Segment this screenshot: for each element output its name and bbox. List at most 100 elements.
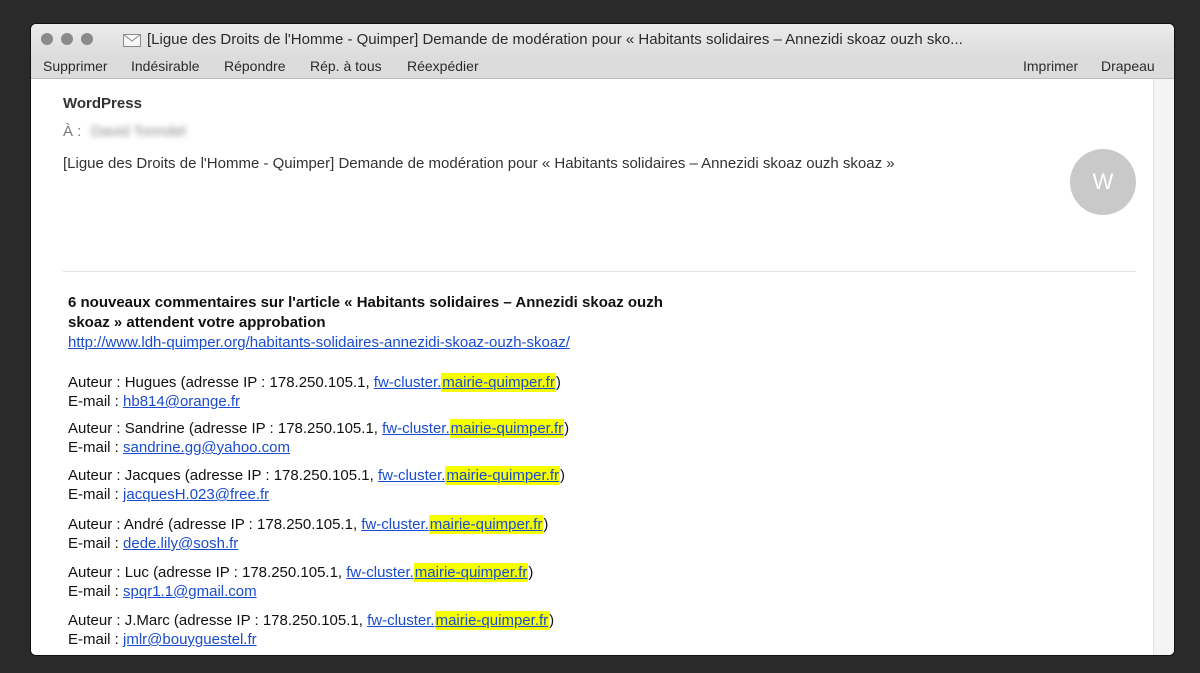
mail-window: [Ligue des Droits de l'Homme - Quimper] … bbox=[31, 24, 1174, 655]
author-line: Auteur : J.Marc (adresse IP : 178.250.10… bbox=[68, 611, 554, 630]
author-label: Auteur : bbox=[68, 612, 121, 629]
ip-address: 178.250.105.1, bbox=[257, 516, 358, 533]
reply-all-button[interactable]: Rép. à tous bbox=[310, 58, 382, 74]
host-prefix: fw-cluster. bbox=[382, 420, 450, 437]
email-link[interactable]: sandrine.gg@yahoo.com bbox=[123, 439, 290, 456]
author-name: Hugues bbox=[124, 374, 177, 391]
email-link[interactable]: spqr1.1@gmail.com bbox=[123, 583, 257, 600]
host-domain-highlight: mairie-quimper.fr bbox=[428, 515, 544, 534]
message-view: WordPress À : David Tonndel [Ligue des D… bbox=[31, 79, 1174, 655]
email-link[interactable]: jacquesH.023@free.fr bbox=[123, 486, 269, 503]
ip-label: (adresse IP : bbox=[188, 420, 274, 437]
scrollbar[interactable] bbox=[1153, 79, 1174, 655]
author-line: Auteur : André (adresse IP : 178.250.105… bbox=[68, 515, 548, 534]
minimize-window-button[interactable] bbox=[61, 33, 73, 45]
email-line: E-mail : spqr1.1@gmail.com bbox=[68, 582, 533, 601]
author-label: Auteur : bbox=[68, 467, 121, 484]
ip-label: (adresse IP : bbox=[173, 612, 259, 629]
author-line: Auteur : Sandrine (adresse IP : 178.250.… bbox=[68, 419, 569, 438]
title-bar[interactable]: [Ligue des Droits de l'Homme - Quimper] … bbox=[31, 24, 1174, 56]
message-title: 6 nouveaux commentaires sur l'article « … bbox=[68, 294, 663, 331]
subject-line: [Ligue des Droits de l'Homme - Quimper] … bbox=[63, 155, 895, 172]
host-domain-highlight: mairie-quimper.fr bbox=[449, 419, 565, 438]
ip-label: (adresse IP : bbox=[168, 516, 253, 533]
author-name: J.Marc bbox=[124, 612, 170, 629]
email-label: E-mail : bbox=[68, 486, 119, 503]
ip-address: 178.250.105.1, bbox=[242, 564, 343, 581]
print-button[interactable]: Imprimer bbox=[1023, 58, 1078, 74]
to-label: À : bbox=[63, 123, 82, 140]
ip-address: 178.250.105.1, bbox=[277, 420, 378, 437]
author-label: Auteur : bbox=[68, 374, 121, 391]
comment-entry: Auteur : Hugues (adresse IP : 178.250.10… bbox=[68, 373, 561, 411]
article-link[interactable]: http://www.ldh-quimper.org/habitants-sol… bbox=[68, 333, 708, 353]
author-label: Auteur : bbox=[68, 564, 121, 581]
closing-paren: ) bbox=[549, 612, 555, 629]
email-link[interactable]: dede.lily@sosh.fr bbox=[123, 535, 238, 552]
author-name: Luc bbox=[124, 564, 149, 581]
email-label: E-mail : bbox=[68, 583, 119, 600]
email-link[interactable]: jmlr@bouyguestel.fr bbox=[123, 631, 257, 648]
email-line: E-mail : dede.lily@sosh.fr bbox=[68, 534, 548, 553]
author-line: Auteur : Jacques (adresse IP : 178.250.1… bbox=[68, 466, 565, 485]
forward-button[interactable]: Réexpédier bbox=[407, 58, 479, 74]
email-link[interactable]: hb814@orange.fr bbox=[123, 393, 240, 410]
comment-entry: Auteur : Luc (adresse IP : 178.250.105.1… bbox=[68, 563, 533, 601]
junk-button[interactable]: Indésirable bbox=[131, 58, 200, 74]
ip-address: 178.250.105.1, bbox=[262, 612, 363, 629]
comment-entry: Auteur : Sandrine (adresse IP : 178.250.… bbox=[68, 419, 569, 457]
email-line: E-mail : jacquesH.023@free.fr bbox=[68, 485, 565, 504]
host-link[interactable]: fw-cluster.mairie-quimper.fr bbox=[367, 611, 550, 630]
recipient-name: David Tonndel bbox=[91, 123, 186, 140]
email-label: E-mail : bbox=[68, 393, 119, 410]
host-domain-highlight: mairie-quimper.fr bbox=[434, 611, 550, 630]
author-line: Auteur : Hugues (adresse IP : 178.250.10… bbox=[68, 373, 561, 392]
comment-entry: Auteur : Jacques (adresse IP : 178.250.1… bbox=[68, 466, 565, 504]
host-prefix: fw-cluster. bbox=[377, 467, 446, 484]
host-domain-highlight: mairie-quimper.fr bbox=[441, 373, 556, 392]
ip-label: (adresse IP : bbox=[180, 374, 266, 391]
author-name: Sandrine bbox=[124, 420, 185, 437]
email-line: E-mail : hb814@orange.fr bbox=[68, 392, 561, 411]
host-domain-highlight: mairie-quimper.fr bbox=[413, 563, 529, 582]
email-line: E-mail : sandrine.gg@yahoo.com bbox=[68, 438, 569, 457]
author-name: André bbox=[123, 516, 164, 533]
header-divider bbox=[63, 271, 1136, 272]
author-label: Auteur : bbox=[68, 420, 121, 437]
host-link[interactable]: fw-cluster.mairie-quimper.fr bbox=[378, 466, 560, 485]
host-prefix: fw-cluster. bbox=[346, 564, 414, 581]
host-prefix: fw-cluster. bbox=[373, 374, 442, 391]
envelope-icon bbox=[123, 34, 141, 47]
email-label: E-mail : bbox=[68, 439, 119, 456]
flag-button[interactable]: Drapeau bbox=[1101, 58, 1155, 74]
host-prefix: fw-cluster. bbox=[361, 516, 429, 533]
closing-paren: ) bbox=[555, 374, 561, 391]
zoom-window-button[interactable] bbox=[81, 33, 93, 45]
closing-paren: ) bbox=[560, 467, 565, 484]
delete-button[interactable]: Supprimer bbox=[43, 58, 108, 74]
closing-paren: ) bbox=[564, 420, 570, 437]
message-intro: 6 nouveaux commentaires sur l'article « … bbox=[68, 293, 708, 353]
window-title: [Ligue des Droits de l'Homme - Quimper] … bbox=[147, 31, 963, 48]
ip-label: (adresse IP : bbox=[153, 564, 238, 581]
avatar: W bbox=[1070, 149, 1136, 215]
sender-name: WordPress bbox=[63, 95, 142, 112]
author-line: Auteur : Luc (adresse IP : 178.250.105.1… bbox=[68, 563, 533, 582]
comment-entry: Auteur : André (adresse IP : 178.250.105… bbox=[68, 515, 548, 553]
ip-label: (adresse IP : bbox=[184, 467, 270, 484]
toolbar: Supprimer Indésirable Répondre Rép. à to… bbox=[31, 56, 1174, 79]
close-window-button[interactable] bbox=[41, 33, 53, 45]
host-link[interactable]: fw-cluster.mairie-quimper.fr bbox=[382, 419, 565, 438]
email-label: E-mail : bbox=[68, 535, 119, 552]
host-link[interactable]: fw-cluster.mairie-quimper.fr bbox=[346, 563, 529, 582]
host-domain-highlight: mairie-quimper.fr bbox=[445, 466, 560, 485]
reply-button[interactable]: Répondre bbox=[224, 58, 286, 74]
author-name: Jacques bbox=[124, 467, 181, 484]
closing-paren: ) bbox=[543, 516, 549, 533]
host-link[interactable]: fw-cluster.mairie-quimper.fr bbox=[361, 515, 544, 534]
host-link[interactable]: fw-cluster.mairie-quimper.fr bbox=[374, 373, 556, 392]
host-prefix: fw-cluster. bbox=[367, 612, 435, 629]
ip-address: 178.250.105.1, bbox=[273, 467, 374, 484]
ip-address: 178.250.105.1, bbox=[269, 374, 370, 391]
author-label: Auteur : bbox=[68, 516, 121, 533]
